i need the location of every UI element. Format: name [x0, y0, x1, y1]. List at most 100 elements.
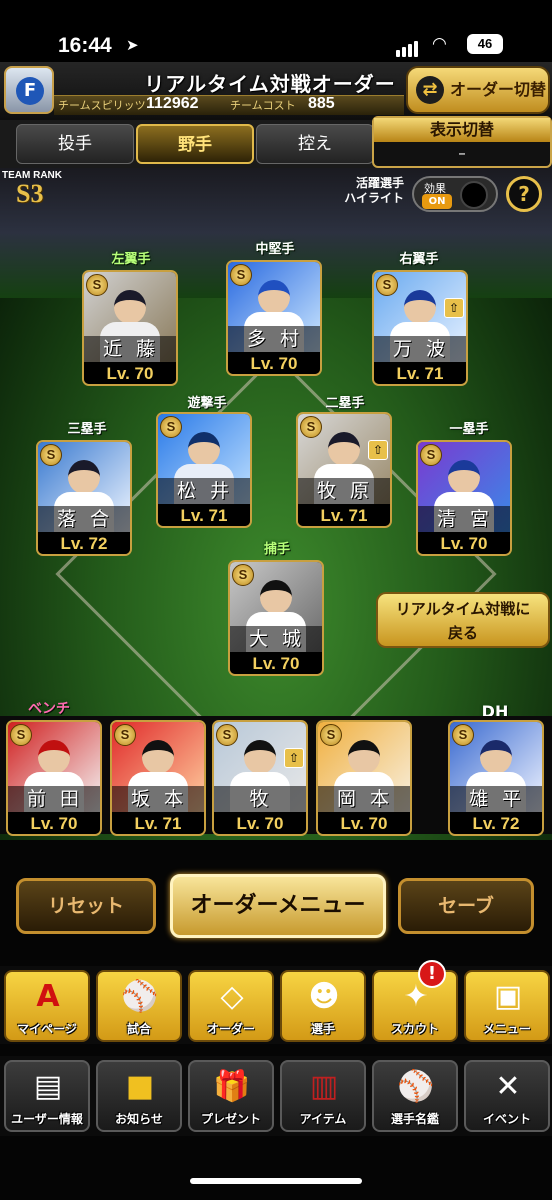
nav-present[interactable]: 🎁 プレゼント [188, 1060, 274, 1132]
back-button-line1: リアルタイム対戦に [395, 600, 531, 618]
player-name: 清宮 [418, 506, 510, 532]
status-time: 16:44 [58, 34, 112, 57]
player-name: 近藤 [84, 336, 176, 362]
nav-player[interactable]: ☻ 選手 [280, 970, 366, 1042]
highlight-label: 活躍選手 ハイライト [338, 176, 404, 206]
special-badge-icon: S [300, 416, 322, 438]
player-name: 万波 [374, 336, 466, 362]
nav-label: スカウト [390, 1022, 439, 1036]
nav-label: 選手名鑑 [390, 1112, 439, 1126]
app-screen: 16:44 ➤ ◠ 46 F リアルタイム対戦オーダー チームスピリッツ 112… [0, 0, 552, 1200]
nav-game[interactable]: ⚾ 試合 [96, 970, 182, 1042]
nav-menu[interactable]: ▣ メニュー [464, 970, 550, 1042]
tab-pitcher[interactable]: 投手 [16, 124, 134, 164]
player-level: Lv. 72 [38, 532, 130, 554]
position-label-third: 三塁手 [67, 422, 107, 437]
player-card-ss[interactable]: S 松井 Lv. 71 [156, 412, 252, 528]
nav-player-directory[interactable]: ⚾ 選手名鑑 [372, 1060, 458, 1132]
player-level: Lv. 70 [230, 652, 322, 674]
dh-card[interactable]: S 雄平 Lv. 72 [448, 720, 544, 836]
cost-value: 885 [308, 95, 335, 112]
team-rank: TEAM RANK S3 [2, 170, 82, 216]
nav-label: 試合 [126, 1022, 151, 1036]
player-card-second[interactable]: S ⇧ 牧原大 Lv. 71 [296, 412, 392, 528]
nav-label: メニュー [482, 1022, 531, 1036]
team-logo-icon[interactable]: F [4, 66, 54, 114]
nav-label: オーダー [206, 1022, 255, 1036]
cost-label: チームコスト [230, 99, 296, 112]
nav-label: ユーザー情報 [11, 1112, 83, 1126]
special-badge-icon: S [216, 724, 238, 746]
special-badge-icon: S [232, 564, 254, 586]
order-menu-button[interactable]: オーダーメニュー [170, 874, 386, 938]
player-name: 岡本 [318, 786, 410, 812]
help-button[interactable]: ? [506, 176, 542, 212]
bench-card-3[interactable]: S ⇧ 牧 Lv. 70 [212, 720, 308, 836]
nav-item[interactable]: ▥ アイテム [280, 1060, 366, 1132]
player-name: 松井 [158, 478, 250, 504]
location-arrow-icon: ➤ [126, 36, 139, 54]
save-button[interactable]: セーブ [398, 878, 534, 934]
player-name: 前田智 [8, 786, 100, 834]
back-to-realtime-button[interactable]: リアルタイム対戦に 戻る [376, 592, 550, 648]
effect-toggle[interactable]: 効果 ON [412, 176, 498, 212]
player-card-rf[interactable]: S ⇧ 万波 Lv. 71 [372, 270, 468, 386]
player-name: 雄平 [450, 786, 542, 812]
special-badge-icon: S [230, 264, 252, 286]
player-card-c[interactable]: S 大城 Lv. 70 [228, 560, 324, 676]
player-card-lf[interactable]: S 近藤 Lv. 70 [82, 270, 178, 386]
team-stats-row: チームスピリッツ 112962 チームコスト 885 [54, 95, 404, 115]
player-icon: ☻ [308, 979, 340, 1014]
nav-scout[interactable]: ✦ スカウト [372, 970, 458, 1042]
cellular-signal-icon [396, 38, 420, 57]
nav-news[interactable]: ■ お知らせ [96, 1060, 182, 1132]
nav-label: プレゼント [200, 1112, 261, 1126]
special-badge-icon: S [86, 274, 108, 296]
stadium-icon: ⚾ [121, 979, 159, 1014]
position-label-second: 二塁手 [325, 396, 365, 411]
mypage-icon: A [36, 979, 60, 1014]
special-badge-icon: S [320, 724, 342, 746]
status-bar: 16:44 ➤ ◠ 46 [0, 0, 552, 62]
nav-order[interactable]: ◇ オーダー [188, 970, 274, 1042]
bench-card-4[interactable]: S 岡本 Lv. 70 [316, 720, 412, 836]
display-switch-button[interactable]: 表示切替 – [372, 116, 552, 168]
player-card-first[interactable]: S 清宮 Lv. 70 [416, 440, 512, 556]
team-rank-value: S3 [16, 179, 44, 208]
page-title: リアルタイム対戦オーダー [144, 72, 396, 96]
player-card-cf[interactable]: S 多村 Lv. 70 [226, 260, 322, 376]
nav-mypage[interactable]: A マイページ [4, 970, 90, 1042]
field-icon: ◇ [220, 979, 244, 1014]
player-name: 多村 [228, 326, 320, 352]
gift-icon: 🎁 [213, 1069, 251, 1104]
order-switch-button[interactable]: ⇄ オーダー切替 [406, 66, 550, 114]
player-card-third[interactable]: S 落合 Lv. 72 [36, 440, 132, 556]
player-name: 落合 [38, 506, 130, 532]
special-badge-icon: S [10, 724, 32, 746]
player-level: Lv. 70 [214, 812, 306, 834]
nav-user-info[interactable]: ▤ ユーザー情報 [4, 1060, 90, 1132]
tab-fielder[interactable]: 野手 [136, 124, 254, 164]
highlight-label-line1: 活躍選手 [355, 176, 404, 190]
user-info-icon: ▤ [33, 1069, 63, 1104]
toggle-knob [460, 181, 488, 209]
main-nav: A マイページ ⚾ 試合 ◇ オーダー ☻ 選手 ✦ スカウト ▣ メニュー [0, 966, 552, 1044]
spirits-value: 112962 [146, 95, 199, 112]
tab-reserve[interactable]: 控え [256, 124, 374, 164]
nav-label: アイテム [299, 1112, 347, 1126]
bench-card-1[interactable]: S 前田智 Lv. 70 [6, 720, 102, 836]
player-level: Lv. 70 [418, 532, 510, 554]
bench-card-2[interactable]: S 坂本 Lv. 71 [110, 720, 206, 836]
battery-indicator: 46 [467, 34, 503, 54]
back-button-line2: 戻る [447, 624, 478, 642]
nav-event[interactable]: ✕ イベント [464, 1060, 550, 1132]
display-switch-value: – [458, 144, 466, 162]
special-badge-icon: S [420, 444, 442, 466]
effect-value: ON [422, 194, 452, 209]
player-name: 坂本 [112, 786, 204, 812]
reset-button[interactable]: リセット [16, 878, 156, 934]
sub-nav: ▤ ユーザー情報 ■ お知らせ 🎁 プレゼント ▥ アイテム ⚾ 選手名鑑 ✕ イベント [0, 1056, 552, 1136]
spirits-label: チームスピリッツ [58, 99, 146, 112]
swap-icon: ⇄ [416, 76, 444, 104]
special-badge-icon: S [114, 724, 136, 746]
